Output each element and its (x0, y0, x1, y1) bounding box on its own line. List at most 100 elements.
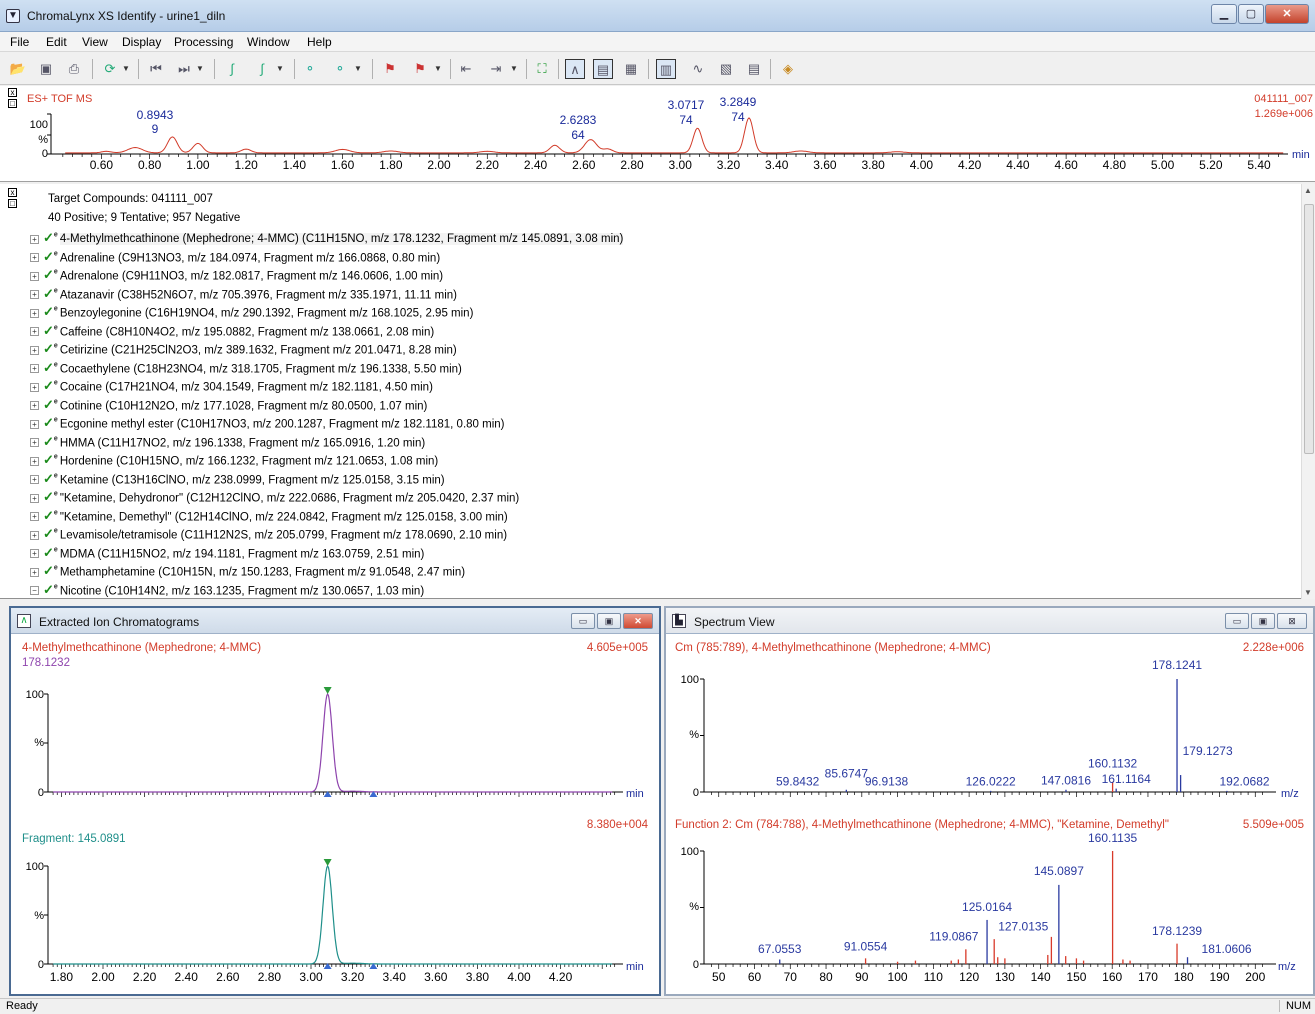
positive-check-icon: ✓e (43, 304, 58, 320)
xic-minimize-icon[interactable]: ▭ (571, 613, 595, 629)
menu-window[interactable]: Window (247, 35, 290, 49)
save-icon[interactable]: ▣ (36, 59, 56, 79)
spectrum-restore-icon[interactable]: ▣ (1251, 613, 1275, 629)
xic-chart: 4-Methylmethcathinone (Mephedrone; 4-MMC… (22, 642, 649, 984)
tree-compound-row[interactable]: + ✓e Cocaine (C17H21NO4, m/z 304.1549, Fra… (30, 375, 1300, 394)
spectrum-view-icon[interactable]: ▤ (593, 59, 613, 79)
app-icon[interactable]: ▼ (6, 9, 20, 23)
menu-processing[interactable]: Processing (174, 35, 233, 49)
spectrum-minimize-icon[interactable]: ▭ (1225, 613, 1249, 629)
forward-icon[interactable]: ⇥ (486, 59, 506, 79)
status-text: Ready (6, 1000, 38, 1012)
first-icon[interactable]: ⏮ (146, 59, 166, 79)
table-view-icon[interactable]: ▦ (621, 59, 641, 79)
expand-icon[interactable]: + (30, 364, 39, 374)
tree-compound-row[interactable]: + ✓e MDMA (C11H15NO2, m/z 194.1181, Fragme… (30, 542, 1300, 561)
expand-icon[interactable]: + (30, 401, 39, 411)
layout-icon[interactable]: ▥ (656, 59, 676, 79)
spectrum-titlebar: ▙ Spectrum View ▭ ▣ ⊠ (666, 608, 1313, 634)
expand-icon[interactable]: + (30, 327, 39, 337)
tree-compound-row[interactable]: + ✓e Levamisole/tetramisole (C11H12N2S, m/… (30, 523, 1300, 542)
tree-compound-row[interactable]: + ✓e Cetirizine (C21H25ClN2O3, m/z 389.163… (30, 338, 1300, 357)
expand-icon[interactable]: + (30, 308, 39, 318)
menu-file[interactable]: File (10, 35, 29, 49)
open-icon[interactable]: 📂 (8, 59, 28, 79)
positive-check-icon: ✓e (43, 322, 58, 338)
tree-scrollbar[interactable]: ▲ ▼ (1301, 184, 1315, 599)
tree-compound-row[interactable]: + ✓e Adrenalone (C9H11NO3, m/z 182.0817, F… (30, 264, 1300, 283)
expand-icon[interactable]: + (30, 290, 39, 300)
menu-view[interactable]: View (82, 35, 108, 49)
expand-icon[interactable]: + (30, 438, 39, 448)
tree-summary[interactable]: 40 Positive; 9 Tentative; 957 Negative (30, 209, 1300, 228)
expand-icon[interactable]: + (30, 271, 39, 281)
print-icon[interactable]: ⎙ (64, 59, 84, 79)
scroll-thumb[interactable] (1304, 204, 1314, 454)
list-icon[interactable]: ▤ (744, 59, 764, 79)
trace-icon[interactable]: ∿ (688, 59, 708, 79)
expand-icon[interactable]: + (30, 549, 39, 559)
tree-header[interactable]: Target Compounds: 041111_007 (30, 190, 1300, 209)
maximize-icon[interactable]: ▢ (1238, 4, 1264, 24)
expand-icon[interactable]: + (30, 512, 39, 522)
expand-icon[interactable]: + (30, 234, 39, 244)
tree-compound-row[interactable]: + ✓e Cotinine (C10H12N2O, m/z 177.1028, Fr… (30, 394, 1300, 413)
menu-edit[interactable]: Edit (46, 35, 67, 49)
expand-icon[interactable]: + (30, 475, 39, 485)
tree-compound-row[interactable]: + ✓e Cocaethylene (C18H23NO4, m/z 318.1705… (30, 357, 1300, 376)
panel-controls-tree[interactable]: x □ (8, 188, 18, 210)
zoom-fit-icon[interactable]: ⛶ (532, 59, 552, 79)
tree-compound-row[interactable]: − ✓e Nicotine (C10H14N2, m/z 163.1235, Fra… (30, 579, 1300, 598)
expand-icon[interactable]: + (30, 253, 39, 263)
expand-icon[interactable]: + (30, 456, 39, 466)
tree-compound-row[interactable]: + ✓e Benzoylegonine (C16H19NO4, m/z 290.13… (30, 301, 1300, 320)
spectrum-close-icon[interactable]: ⊠ (1277, 613, 1307, 629)
positive-check-icon: ✓e (43, 285, 58, 301)
flag-icon[interactable]: ⚑ (380, 59, 400, 79)
tree-compound-row[interactable]: + ✓e Methamphetamine (C10H15N, m/z 150.128… (30, 560, 1300, 579)
refresh-icon[interactable]: ⟳ (100, 59, 120, 79)
xic-trace2-intensity: 8.380e+004 (587, 819, 649, 831)
back-icon[interactable]: ⇤ (456, 59, 476, 79)
xic-close-icon[interactable]: ✕ (623, 613, 653, 629)
expand-icon[interactable]: + (30, 382, 39, 392)
positive-check-icon: ✓e (43, 230, 58, 246)
tag-icon[interactable]: ◈ (778, 59, 798, 79)
tree-compound-row[interactable]: + ✓e HMMA (C11H17NO2, m/z 196.1338, Fragme… (30, 431, 1300, 450)
tree-compound-row[interactable]: + ✓e "Ketamine, Demethyl" (C12H14ClNO, m/z… (30, 505, 1300, 524)
tree-compound-row[interactable]: + ✓e Caffeine (C8H10N4O2, m/z 195.0882, Fr… (30, 320, 1300, 339)
expand-icon[interactable]: + (30, 493, 39, 503)
tree-compound-row[interactable]: + ✓e 4-Methylmethcathinone (Mephedrone; 4-… (30, 227, 1300, 246)
minimize-icon[interactable]: ▁ (1211, 4, 1237, 24)
expand-icon[interactable]: + (30, 345, 39, 355)
tic-intensity: 1.269e+006 (1255, 108, 1313, 120)
peak-prev-icon[interactable]: ∫ (222, 59, 242, 79)
tree-compound-row[interactable]: + ✓e Ecgonine methyl ester (C10H17NO3, m/z… (30, 412, 1300, 431)
tree-compound-row[interactable]: + ✓e "Ketamine, Dehydronor" (C12H12ClNO, m… (30, 486, 1300, 505)
report-icon[interactable]: ▧ (716, 59, 736, 79)
expand-icon[interactable]: + (30, 567, 39, 577)
chromatogram-view-icon[interactable]: ∧ (565, 59, 585, 79)
tree-compound-row[interactable]: + ✓e Hordenine (C10H15NO, m/z 166.1232, Fr… (30, 449, 1300, 468)
xic-restore-icon[interactable]: ▣ (597, 613, 621, 629)
peak-apex-marker-icon (323, 687, 332, 694)
tree-compound-row[interactable]: + ✓e Atazanavir (C38H52N6O7, m/z 705.3976,… (30, 283, 1300, 302)
menu-display[interactable]: Display (122, 35, 161, 49)
tic-peak-label-2: 2.6283 (560, 113, 597, 127)
tree-compound-row[interactable]: + ✓e Ketamine (C13H16ClNO, m/z 238.0999, F… (30, 468, 1300, 487)
expand-icon[interactable]: − (30, 586, 39, 596)
flag-next-icon[interactable]: ⚑ (410, 59, 430, 79)
tree-compound-row[interactable]: + ✓e Adrenaline (C9H13NO3, m/z 184.0974, F… (30, 246, 1300, 265)
close-icon[interactable]: ✕ (1265, 4, 1309, 24)
molecule-icon[interactable]: ⚬ (300, 59, 320, 79)
expand-icon[interactable]: + (30, 530, 39, 540)
next-icon[interactable]: ⏭ (174, 59, 194, 79)
tic-x-unit: min (1292, 149, 1310, 161)
menu-help[interactable]: Help (307, 35, 332, 49)
target-compounds-tree: x □ Target Compounds: 041111_007 40 Posit… (0, 184, 1315, 599)
peak-next-icon[interactable]: ∫ (252, 59, 272, 79)
molecule-next-icon[interactable]: ⚬ (330, 59, 350, 79)
expand-icon[interactable]: + (30, 419, 39, 429)
xic-x-tick-label: 1.80 (50, 970, 74, 984)
spectrum-icon: ▙ (672, 614, 686, 628)
